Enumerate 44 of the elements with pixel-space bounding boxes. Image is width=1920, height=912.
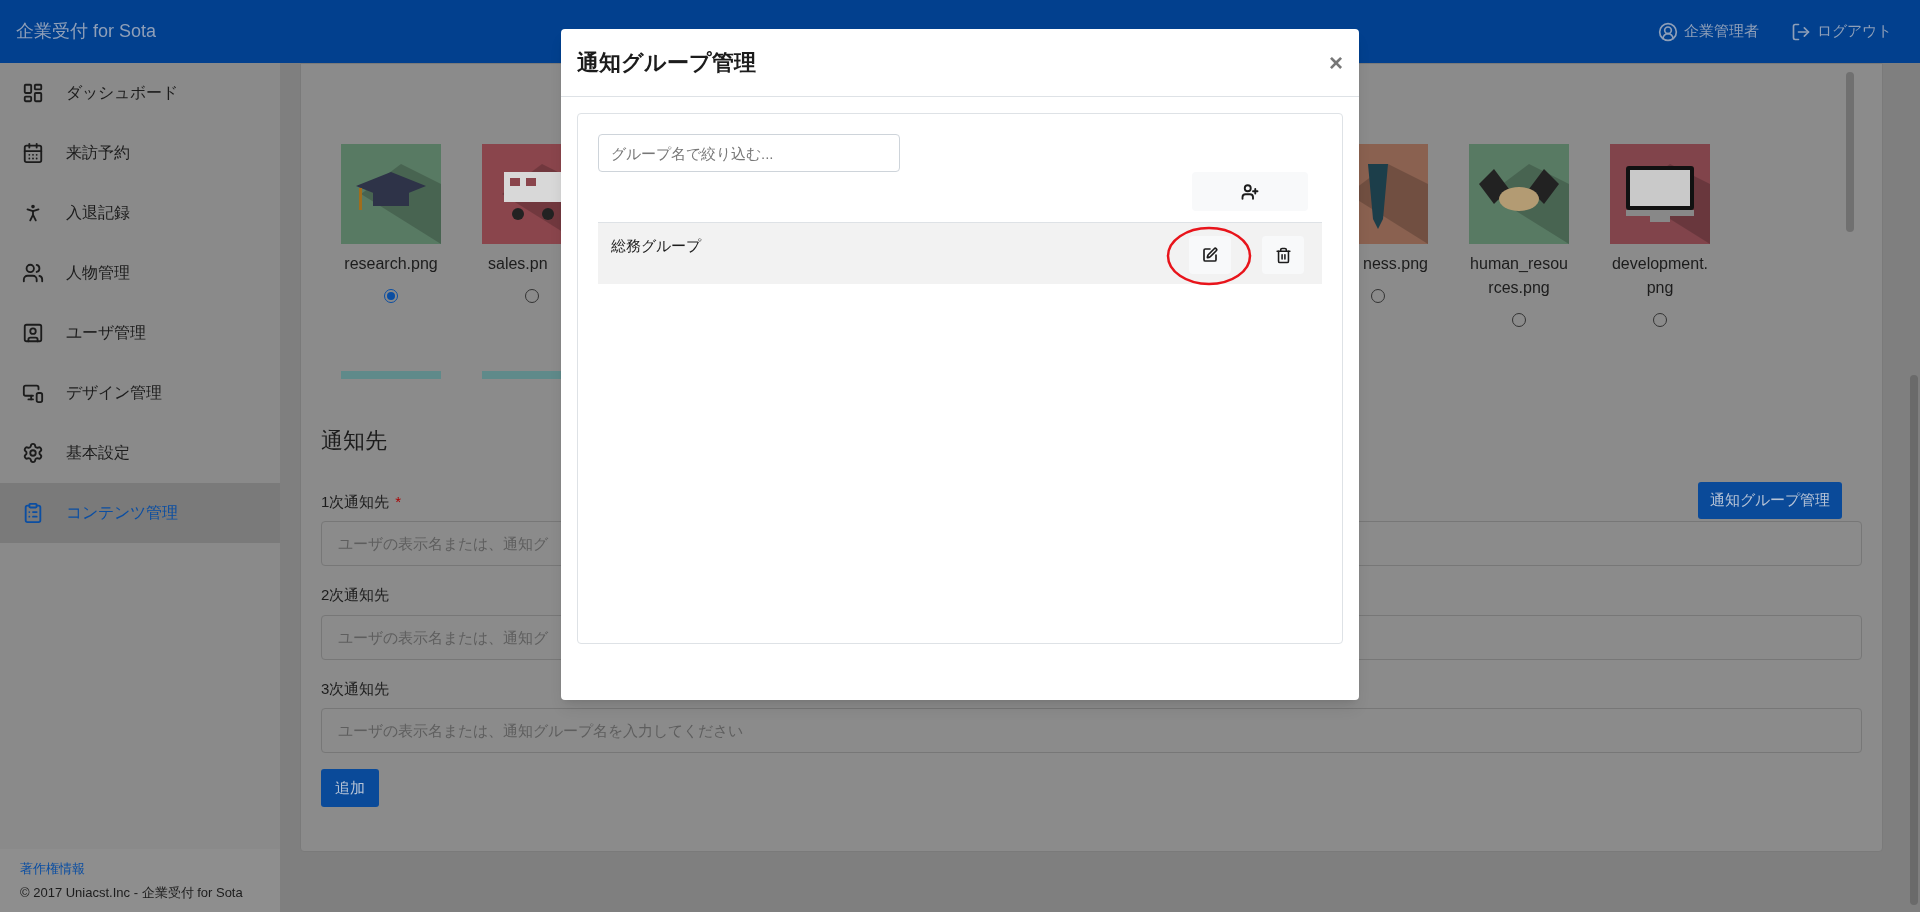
user-menu[interactable]: 企業管理者 <box>1658 20 1759 43</box>
edit-icon <box>1202 247 1218 263</box>
section-heading: 通知先 <box>321 427 387 455</box>
copyright-link[interactable]: 著作権情報 <box>20 859 260 879</box>
trash-icon <box>1274 246 1292 264</box>
sidebar-item[interactable]: 人物管理 <box>0 243 280 303</box>
image-filename: human_resources.png <box>1469 254 1569 298</box>
dashboard-icon <box>22 82 44 104</box>
field-label: 2次通知先 <box>321 585 390 605</box>
clipboard-icon <box>22 502 44 524</box>
add-group-button[interactable] <box>1192 172 1308 211</box>
sidebar-item[interactable]: 基本設定 <box>0 423 280 483</box>
sidebar-item[interactable]: 入退記録 <box>0 183 280 243</box>
group-name: 総務グループ <box>611 236 701 256</box>
people-icon <box>22 262 44 284</box>
sidebar-item[interactable]: 来訪予約 <box>0 123 280 183</box>
field-label: 1次通知先 * <box>321 491 402 512</box>
scrollbar[interactable] <box>1846 72 1854 232</box>
user-icon <box>1658 21 1678 42</box>
sidebar-item[interactable]: デザイン管理 <box>0 363 280 423</box>
calendar-icon <box>22 142 44 164</box>
sidebar-item[interactable]: ダッシュボード <box>0 63 280 123</box>
edit-button[interactable] <box>1189 236 1231 274</box>
group-filter-field[interactable]: グループ名で絞り込む... <box>598 134 900 172</box>
devices-icon <box>22 382 44 404</box>
logout-link[interactable]: ログアウト <box>1791 20 1892 43</box>
image-filename: research.png <box>343 254 439 274</box>
field-label: 3次通知先 <box>321 678 390 699</box>
close-button[interactable]: × <box>1329 50 1343 75</box>
settings-icon <box>22 442 44 464</box>
contact-card-icon <box>22 322 44 344</box>
copyright-text: © 2017 Uniacst.Inc - 企業受付 for Sota <box>20 883 244 902</box>
logout-icon <box>1791 21 1811 42</box>
image-filename: development.png <box>1610 254 1710 298</box>
app-title: 企業受付 for Sota <box>16 20 157 43</box>
group-manage-button[interactable]: 通知グループ管理 <box>1698 482 1842 519</box>
modal-title: 通知グループ管理 <box>577 49 756 77</box>
sidebar-item[interactable]: ユーザ管理 <box>0 303 280 363</box>
image-filename: sales.pn <box>487 254 549 274</box>
add-people-icon <box>1241 182 1259 201</box>
delete-button[interactable] <box>1262 236 1304 274</box>
group-row[interactable]: 総務グループ <box>598 222 1322 284</box>
add-button[interactable]: 追加 <box>321 769 379 807</box>
image-filename: ness.png <box>1362 254 1428 274</box>
